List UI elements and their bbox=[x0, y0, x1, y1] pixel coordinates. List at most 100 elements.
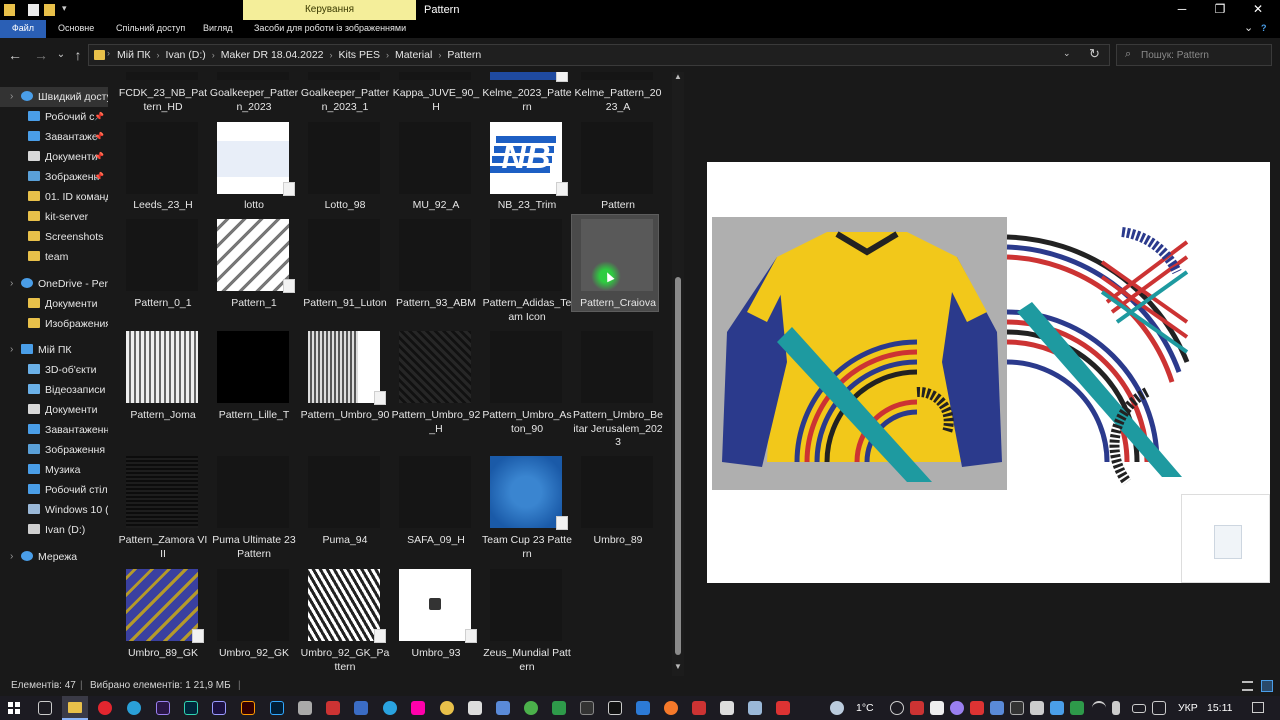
app-icon[interactable] bbox=[298, 701, 312, 715]
clock[interactable]: 15:11 bbox=[1207, 696, 1233, 720]
file-name[interactable]: Umbro_93 bbox=[391, 647, 481, 661]
file-thumbnail[interactable] bbox=[581, 122, 653, 194]
up-button[interactable]: ↑ bbox=[69, 45, 87, 65]
app-icon[interactable] bbox=[326, 701, 340, 715]
language-indicator[interactable]: УКР bbox=[1178, 696, 1198, 720]
file-name[interactable]: Pattern_Umbro_Aston_90 bbox=[482, 409, 572, 436]
sidebar-item[interactable]: team bbox=[0, 247, 108, 267]
search-box[interactable]: ⌕ bbox=[1116, 44, 1272, 66]
file-thumbnail[interactable] bbox=[399, 331, 471, 403]
file-name[interactable]: lotto bbox=[209, 199, 299, 213]
photoshop-icon[interactable] bbox=[270, 701, 284, 715]
tray-icon[interactable] bbox=[1050, 701, 1064, 715]
app-icon[interactable] bbox=[440, 701, 454, 715]
tray-icon[interactable] bbox=[950, 701, 964, 715]
app-icon[interactable] bbox=[776, 701, 790, 715]
file-name[interactable]: Umbro_89_GK bbox=[118, 647, 208, 661]
sidebar-item[interactable]: 3D-об'єкти bbox=[0, 360, 108, 380]
file-name[interactable]: MU_92_A bbox=[391, 199, 481, 213]
vertical-scrollbar[interactable]: ▲ ▼ bbox=[672, 72, 684, 676]
breadcrumb-separator[interactable]: › bbox=[212, 45, 215, 65]
breadcrumb-separator[interactable]: › bbox=[386, 45, 389, 65]
file-thumbnail[interactable] bbox=[126, 331, 198, 403]
edge-icon[interactable] bbox=[127, 701, 141, 715]
file-thumbnail[interactable] bbox=[217, 122, 289, 194]
app-icon[interactable] bbox=[468, 701, 482, 715]
file-name[interactable]: Kappa_JUVE_90_H bbox=[391, 87, 481, 114]
file-thumbnail[interactable] bbox=[308, 72, 380, 80]
file-thumbnail[interactable] bbox=[399, 456, 471, 528]
expand-chevron-icon[interactable]: › bbox=[10, 87, 13, 107]
file-name[interactable]: Zeus_Mundial Pattern bbox=[482, 647, 572, 674]
file-name[interactable]: Umbro_89 bbox=[573, 534, 663, 548]
file-thumbnail[interactable] bbox=[399, 569, 471, 641]
breadcrumb-separator[interactable]: › bbox=[438, 45, 441, 65]
opera-icon[interactable] bbox=[98, 701, 112, 715]
app-icon[interactable] bbox=[608, 701, 622, 715]
sidebar-item[interactable]: › Мій ПК bbox=[0, 340, 108, 360]
app-icon[interactable] bbox=[411, 701, 425, 715]
file-name[interactable]: Pattern_Craiova bbox=[573, 297, 663, 311]
search-input[interactable] bbox=[1141, 47, 1267, 63]
weather-cloud-icon[interactable] bbox=[830, 701, 844, 715]
sidebar-item[interactable]: › Швидкий досту bbox=[0, 87, 108, 107]
file-thumbnail[interactable] bbox=[490, 219, 562, 291]
globe-icon[interactable] bbox=[890, 701, 904, 715]
app-icon[interactable] bbox=[524, 701, 538, 715]
sidebar-item[interactable]: Изображения bbox=[0, 314, 108, 334]
tab-view[interactable]: Вигляд bbox=[195, 20, 241, 38]
expand-chevron-icon[interactable]: › bbox=[10, 547, 13, 567]
volume-icon[interactable] bbox=[1112, 701, 1120, 715]
file-name[interactable]: Pattern_91_Luton bbox=[300, 297, 390, 311]
tray-icon[interactable] bbox=[970, 701, 984, 715]
windows-start-icon[interactable] bbox=[8, 702, 20, 714]
file-thumbnail[interactable] bbox=[217, 219, 289, 291]
scrollbar-thumb[interactable] bbox=[675, 277, 681, 655]
premiere-icon[interactable] bbox=[156, 701, 170, 715]
breadcrumb-item[interactable]: Pattern bbox=[447, 45, 481, 65]
app-icon[interactable] bbox=[552, 701, 566, 715]
file-name[interactable]: Pattern_Umbro_90 bbox=[300, 409, 390, 423]
sidebar-item[interactable]: Завантаже 📌 bbox=[0, 127, 108, 147]
file-name[interactable]: Goalkeeper_Pattern_2023 bbox=[209, 87, 299, 114]
file-name[interactable]: Pattern_Umbro_92_H bbox=[391, 409, 481, 436]
address-bar[interactable]: › Мій ПК › Ivan (D:) › Maker DR 18.04.2022 › K… bbox=[88, 44, 1110, 66]
file-name[interactable]: Lotto_98 bbox=[300, 199, 390, 213]
file-name[interactable]: Pattern_Zamora VIII bbox=[118, 534, 208, 561]
app-icon[interactable] bbox=[580, 701, 594, 715]
after-effects-icon[interactable] bbox=[212, 701, 226, 715]
file-name[interactable]: Pattern_Adidas_Team Icon bbox=[482, 297, 572, 324]
explorer-taskbar-active[interactable] bbox=[62, 696, 88, 720]
file-name[interactable]: Pattern_Lille_T bbox=[209, 409, 299, 423]
file-thumbnail[interactable] bbox=[490, 456, 562, 528]
forward-button[interactable]: → bbox=[32, 45, 50, 65]
file-thumbnail[interactable] bbox=[581, 72, 653, 80]
file-thumbnail[interactable] bbox=[126, 72, 198, 80]
app-icon[interactable] bbox=[748, 701, 762, 715]
sidebar-item[interactable]: Документи 📌 bbox=[0, 147, 108, 167]
weather-temperature[interactable]: 1°C bbox=[856, 696, 874, 720]
file-thumbnail[interactable] bbox=[399, 122, 471, 194]
file-thumbnail[interactable] bbox=[126, 219, 198, 291]
file-thumbnail[interactable] bbox=[308, 456, 380, 528]
file-thumbnail[interactable] bbox=[490, 72, 562, 80]
file-thumbnail[interactable] bbox=[126, 122, 198, 194]
sidebar-item[interactable]: Screenshots bbox=[0, 227, 108, 247]
file-thumbnail[interactable] bbox=[490, 331, 562, 403]
sidebar-item[interactable]: kit-server bbox=[0, 207, 108, 227]
tab-share[interactable]: Спільний доступ bbox=[108, 20, 193, 38]
new-folder-icon[interactable] bbox=[44, 4, 55, 16]
sidebar-item[interactable]: › OneDrive - Pers bbox=[0, 274, 108, 294]
file-name[interactable]: Pattern_Umbro_Beitar Jerusalem_2023 bbox=[573, 409, 663, 450]
close-button[interactable]: ✕ bbox=[1238, 0, 1278, 20]
app-icon[interactable] bbox=[692, 701, 706, 715]
illustrator-icon[interactable] bbox=[241, 701, 255, 715]
file-name[interactable]: Leeds_23_H bbox=[118, 199, 208, 213]
properties-icon[interactable] bbox=[28, 4, 39, 16]
file-name[interactable]: Puma_94 bbox=[300, 534, 390, 548]
tray-icon[interactable] bbox=[1070, 701, 1084, 715]
file-name[interactable]: Kelme_Pattern_2023_A bbox=[573, 87, 663, 114]
sidebar-item[interactable]: Документи bbox=[0, 400, 108, 420]
breadcrumb-separator[interactable]: › bbox=[157, 45, 160, 65]
manage-tab[interactable]: Керування bbox=[243, 0, 416, 20]
